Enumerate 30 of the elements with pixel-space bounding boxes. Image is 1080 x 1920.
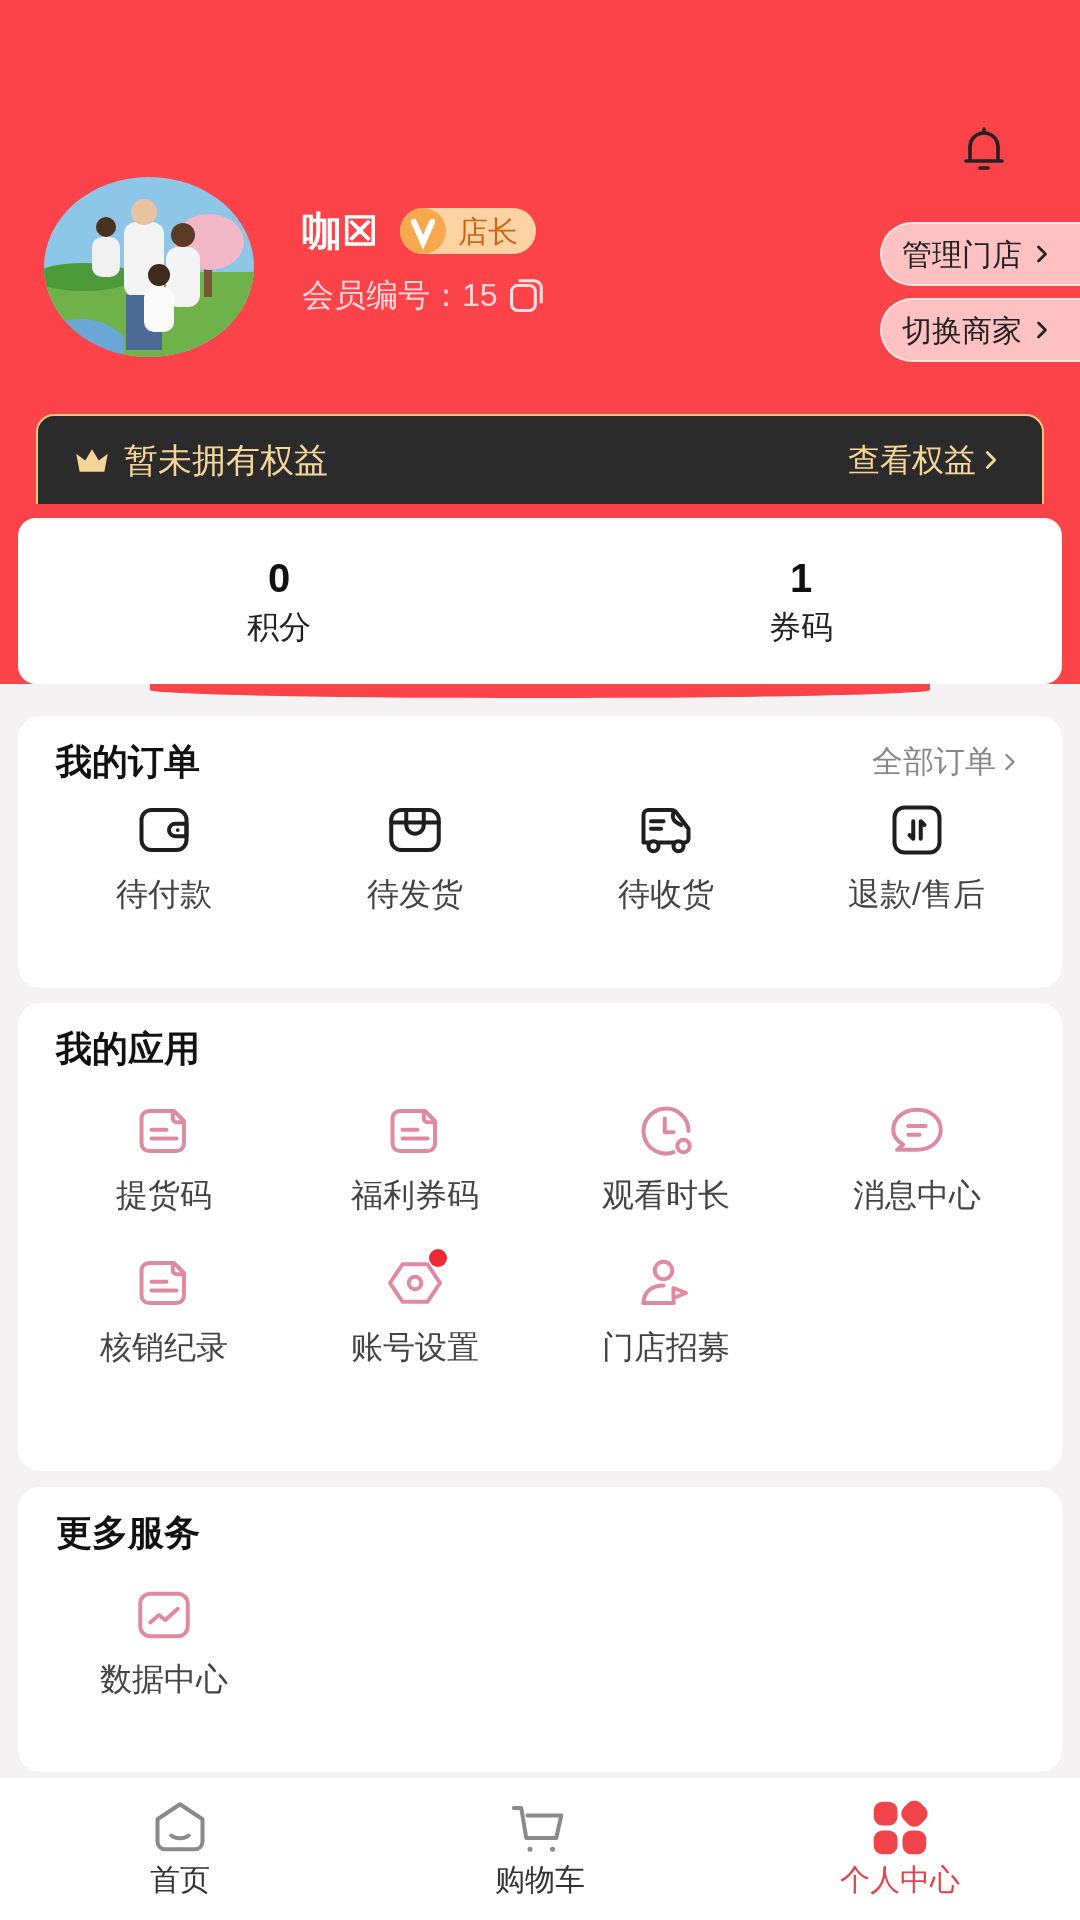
grid-item[interactable]: 待发货 (289, 799, 540, 914)
stat-item[interactable]: 1 券码 (540, 518, 1062, 684)
grid-item[interactable]: 核销纪录 (38, 1253, 289, 1368)
header-button[interactable]: 管理门店 (880, 222, 1080, 286)
grid-item[interactable]: 提货码 (38, 1101, 289, 1216)
section-title: 我的订单 (56, 739, 200, 784)
tab-bar-item[interactable]: 个人中心 (720, 1778, 1080, 1920)
grid-item[interactable]: 退款/售后 (791, 799, 1042, 914)
tab-bar-item[interactable]: 首页 (0, 1778, 360, 1920)
section-title: 我的应用 (56, 1028, 200, 1070)
section-title: 更多服务 (56, 1511, 200, 1553)
grid-item[interactable]: 观看时长 (540, 1101, 791, 1216)
role-badge: 店长 (400, 208, 536, 254)
grid-item[interactable]: 福利券码 (289, 1101, 540, 1216)
all-orders-link[interactable]: 全部订单 (872, 738, 1024, 786)
grid-item[interactable]: 待付款 (38, 799, 289, 914)
copy-icon[interactable] (507, 276, 546, 314)
stat-item[interactable]: 0 积分 (18, 518, 540, 684)
member-number: 会员编号：15 (302, 276, 498, 315)
grid-item[interactable]: 待收货 (540, 799, 791, 914)
grid-item[interactable]: 账号设置 (289, 1253, 540, 1368)
vip-icon (400, 208, 446, 254)
grid-item[interactable]: 消息中心 (791, 1101, 1042, 1216)
view-benefits-link[interactable]: 查看权益 (848, 436, 1006, 484)
grid-item[interactable]: 门店招募 (540, 1253, 791, 1368)
benefits-text: 暂未拥有权益 (124, 439, 328, 481)
tab-bar-item[interactable]: 购物车 (360, 1778, 720, 1920)
user-name: 咖☒ (302, 208, 378, 255)
header-button[interactable]: 切换商家 (880, 298, 1080, 362)
grid-item[interactable]: 数据中心 (38, 1584, 289, 1699)
